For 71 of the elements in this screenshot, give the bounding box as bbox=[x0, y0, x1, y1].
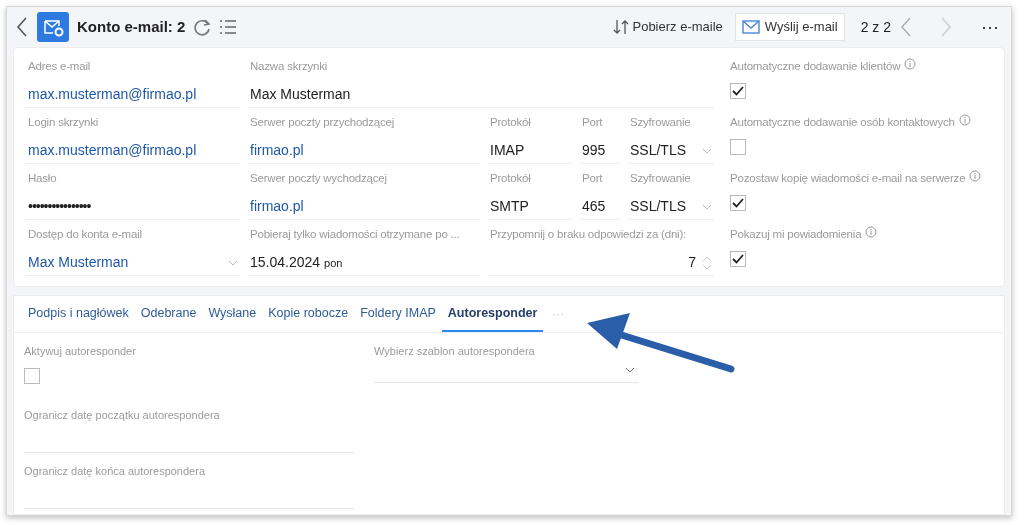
field-label: Serwer poczty przychodzącej bbox=[250, 115, 395, 130]
send-email-button[interactable]: Wyślij e-mail bbox=[734, 13, 845, 41]
weekday-text: pon bbox=[324, 255, 343, 271]
spinner-icon[interactable] bbox=[702, 254, 712, 271]
select-value[interactable]: SSL/TLS bbox=[630, 140, 687, 162]
fetch-emails-button[interactable]: Pobierz e-maile bbox=[609, 15, 727, 39]
field-label: Przypomnij o braku odpowiedzi za (dni): bbox=[490, 227, 687, 242]
field-value: firmao.pl bbox=[250, 197, 304, 217]
checkbox[interactable] bbox=[730, 195, 746, 212]
field-label: Dostęp do konta e-mail bbox=[28, 227, 142, 242]
info-icon bbox=[958, 114, 971, 126]
envelope-icon bbox=[741, 20, 760, 34]
number-field[interactable]: 7 bbox=[688, 252, 696, 274]
checkbox[interactable] bbox=[730, 83, 746, 100]
option-label: Pokazuj mi powiadomienia bbox=[730, 227, 862, 242]
field-value: IMAP bbox=[490, 141, 525, 161]
checkbox[interactable] bbox=[24, 368, 40, 385]
field-label: Hasło bbox=[28, 171, 57, 186]
list-icon[interactable] bbox=[219, 19, 238, 35]
mail-settings-icon bbox=[37, 12, 69, 42]
tab[interactable]: Kopie robocze bbox=[262, 296, 355, 332]
field-value: firmao.pl bbox=[250, 141, 304, 161]
info-icon bbox=[904, 58, 917, 70]
field-label: Ogranicz datę początku autorespondera bbox=[24, 408, 220, 421]
field-label: Szyfrowanie bbox=[630, 115, 691, 130]
field-label: Wybierz szablon autorespondera bbox=[374, 343, 536, 359]
info-icon bbox=[969, 170, 982, 182]
tab[interactable]: Odebrane bbox=[134, 296, 203, 332]
tab[interactable]: Wysłane bbox=[202, 296, 263, 332]
field-label: Port bbox=[582, 171, 603, 186]
chevron-down-icon bbox=[625, 367, 635, 374]
more-button[interactable]: ⋯ bbox=[977, 11, 1003, 43]
sort-arrows-icon bbox=[613, 19, 630, 35]
field-value: SMTP bbox=[490, 197, 529, 217]
select-value[interactable]: SSL/TLS bbox=[630, 196, 687, 218]
option-label: Pozostaw kopię wiadomości e-mail na serwerze bbox=[730, 171, 966, 186]
option-label: Automatyczne dodawanie osób kontaktowych bbox=[730, 115, 955, 130]
previous-icon[interactable] bbox=[899, 16, 913, 38]
field-label: Port bbox=[582, 115, 603, 130]
field-label: Protokół bbox=[490, 171, 531, 186]
chevron-down-icon bbox=[702, 147, 712, 154]
field-label: Serwer poczty wychodzącej bbox=[250, 171, 387, 186]
field-label: Nazwa skrzynki bbox=[250, 59, 328, 74]
date-field[interactable]: 15.04.2024 bbox=[250, 252, 321, 274]
field-value: max.musterman@firmao.pl bbox=[28, 85, 197, 105]
tab[interactable]: Podpis i nagłówek bbox=[22, 296, 135, 332]
field-label: Protokół bbox=[490, 115, 531, 130]
field-value: 465 bbox=[582, 197, 606, 217]
password-field[interactable]: •••••••••••••••• bbox=[28, 196, 91, 218]
chevron-down-icon bbox=[228, 259, 238, 266]
field-value: 995 bbox=[582, 141, 606, 161]
field-value: Max Musterman bbox=[250, 85, 351, 105]
checkbox[interactable] bbox=[730, 139, 746, 156]
field-label: Adres e-mail bbox=[28, 59, 91, 74]
field-value: max.musterman@firmao.pl bbox=[28, 141, 197, 161]
info-icon bbox=[865, 226, 878, 238]
field-label: Pobieraj tylko wiadomości otrzymane po ... bbox=[250, 227, 460, 242]
field-label: Login skrzynki bbox=[28, 115, 99, 130]
back-icon[interactable] bbox=[15, 16, 29, 38]
chevron-down-icon bbox=[702, 203, 712, 210]
tab[interactable]: Foldery IMAP bbox=[354, 296, 442, 332]
refresh-icon[interactable] bbox=[193, 18, 212, 36]
pager-text: 2 z 2 bbox=[860, 17, 891, 37]
page-title: Konto e-mail: 2 bbox=[77, 16, 186, 37]
select-value[interactable]: Max Musterman bbox=[28, 252, 129, 274]
option-label: Automatyczne dodawanie klientów bbox=[730, 59, 901, 74]
tab[interactable]: Autoresponder bbox=[441, 296, 544, 332]
field-label: Ogranicz datę końca autorespondera bbox=[24, 464, 205, 477]
field-label: Szyfrowanie bbox=[630, 171, 691, 186]
checkbox[interactable] bbox=[730, 251, 746, 268]
field-label: Aktywuj autoresponder bbox=[24, 344, 136, 357]
